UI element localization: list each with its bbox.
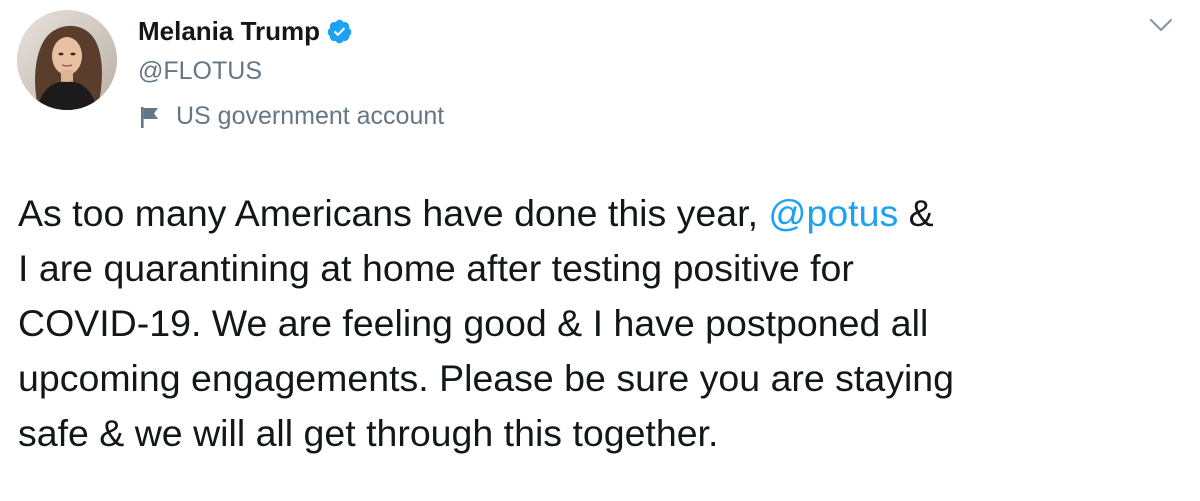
tweet-text-part1: As too many Americans have done this yea… — [18, 192, 769, 234]
name-row: Melania Trump — [138, 14, 353, 48]
tweet-text: As too many Americans have done this yea… — [18, 186, 1188, 461]
account-label-text: US government account — [176, 102, 445, 130]
tweet-header: Melania Trump @FLOTUS — [138, 14, 353, 86]
flag-icon — [138, 104, 162, 130]
tweet-card: Melania Trump @FLOTUS US government acco… — [0, 0, 1200, 501]
mention-link[interactable]: @potus — [768, 192, 898, 234]
display-name[interactable]: Melania Trump — [138, 16, 320, 47]
avatar[interactable] — [17, 10, 117, 110]
avatar-image — [17, 10, 117, 110]
verified-badge-icon — [326, 18, 353, 45]
user-handle[interactable]: @FLOTUS — [138, 57, 353, 86]
chevron-down-icon[interactable] — [1148, 15, 1174, 35]
account-label: US government account — [138, 102, 444, 131]
